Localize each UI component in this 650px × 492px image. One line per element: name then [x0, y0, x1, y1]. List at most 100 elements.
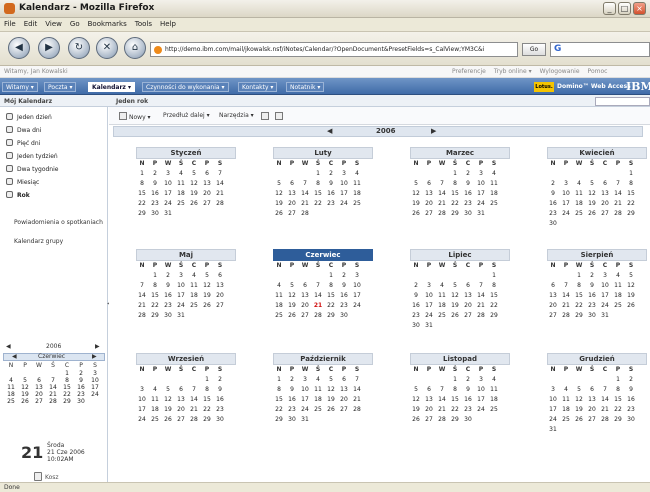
day-cell[interactable]: 2: [162, 272, 174, 279]
day-cell[interactable]: 15: [612, 396, 624, 403]
day-cell[interactable]: 20: [286, 200, 298, 207]
day-cell[interactable]: 21: [436, 406, 448, 413]
day-cell[interactable]: 12: [410, 190, 422, 197]
menu-tools[interactable]: Tools: [131, 18, 156, 30]
preferences-link[interactable]: Preferencje: [452, 68, 486, 75]
mini-day[interactable]: 5: [19, 377, 31, 384]
next-year-arrow-icon[interactable]: ▶: [431, 127, 436, 136]
day-cell[interactable]: 13: [599, 190, 611, 197]
day-cell[interactable]: 1: [625, 170, 637, 177]
mini-day[interactable]: 3: [89, 370, 101, 377]
day-cell[interactable]: 17: [299, 396, 311, 403]
menu-bookmarks[interactable]: Bookmarks: [84, 18, 131, 30]
day-cell[interactable]: 30: [338, 312, 350, 319]
view-one-day[interactable]: Jeden dzień: [6, 112, 104, 123]
day-cell[interactable]: 14: [312, 292, 324, 299]
day-cell[interactable]: 23: [338, 302, 350, 309]
day-cell[interactable]: 29: [149, 312, 161, 319]
day-cell[interactable]: 24: [162, 200, 174, 207]
day-cell[interactable]: 4: [560, 386, 572, 393]
day-cell[interactable]: 12: [162, 396, 174, 403]
day-cell[interactable]: 2: [462, 376, 474, 383]
day-cell[interactable]: 21: [560, 302, 572, 309]
next-month-icon[interactable]: ▶: [92, 354, 97, 360]
day-cell[interactable]: 6: [462, 282, 474, 289]
day-cell[interactable]: 23: [286, 406, 298, 413]
day-cell[interactable]: 30: [162, 312, 174, 319]
day-cell[interactable]: 9: [462, 386, 474, 393]
day-cell[interactable]: 25: [488, 406, 500, 413]
day-cell[interactable]: 4: [188, 272, 200, 279]
day-cell[interactable]: 14: [436, 190, 448, 197]
month-name[interactable]: Lipiec: [410, 249, 510, 261]
day-cell[interactable]: 26: [273, 210, 285, 217]
day-cell[interactable]: 4: [488, 170, 500, 177]
day-cell[interactable]: 20: [586, 406, 598, 413]
day-cell[interactable]: 30: [214, 416, 226, 423]
day-cell[interactable]: 28: [599, 416, 611, 423]
day-cell[interactable]: 21: [351, 396, 363, 403]
day-cell[interactable]: 31: [423, 322, 435, 329]
day-cell[interactable]: 16: [149, 190, 161, 197]
day-cell[interactable]: 14: [299, 190, 311, 197]
day-cell[interactable]: 1: [136, 170, 148, 177]
day-cell[interactable]: 18: [188, 292, 200, 299]
day-cell[interactable]: 27: [423, 416, 435, 423]
day-cell[interactable]: 3: [475, 170, 487, 177]
day-cell[interactable]: 6: [175, 386, 187, 393]
month-name[interactable]: Styczeń: [136, 147, 236, 159]
day-cell[interactable]: 14: [599, 396, 611, 403]
day-cell[interactable]: 23: [325, 200, 337, 207]
day-cell[interactable]: 1: [488, 272, 500, 279]
day-cell[interactable]: 13: [423, 190, 435, 197]
day-cell[interactable]: 14: [436, 396, 448, 403]
day-cell[interactable]: 13: [201, 180, 213, 187]
mini-day[interactable]: 26: [19, 398, 31, 405]
day-cell[interactable]: 7: [475, 282, 487, 289]
day-cell[interactable]: 21: [214, 190, 226, 197]
day-cell[interactable]: 1: [312, 170, 324, 177]
trash-link[interactable]: Kosz: [34, 472, 59, 481]
day-cell[interactable]: 10: [475, 386, 487, 393]
day-cell[interactable]: 25: [175, 200, 187, 207]
day-cell[interactable]: 19: [625, 292, 637, 299]
day-cell[interactable]: 12: [188, 180, 200, 187]
day-cell[interactable]: 8: [449, 180, 461, 187]
day-cell[interactable]: 12: [586, 190, 598, 197]
day-cell[interactable]: 8: [149, 282, 161, 289]
day-cell[interactable]: 18: [312, 396, 324, 403]
search-input[interactable]: G: [550, 42, 650, 57]
view-month[interactable]: Miesiąc: [6, 177, 104, 188]
view-two-days[interactable]: Dwa dni: [6, 125, 104, 136]
month-name[interactable]: Październik: [273, 353, 373, 365]
day-cell[interactable]: 3: [136, 386, 148, 393]
day-cell[interactable]: 6: [547, 282, 559, 289]
close-button[interactable]: ×: [633, 2, 646, 15]
day-cell[interactable]: 7: [136, 282, 148, 289]
day-cell[interactable]: 30: [547, 220, 559, 227]
mini-day[interactable]: 16: [75, 384, 87, 391]
day-cell[interactable]: 1: [325, 272, 337, 279]
day-cell[interactable]: 28: [351, 406, 363, 413]
tab-welcome[interactable]: Witamy ▾: [2, 82, 38, 92]
day-cell[interactable]: 16: [586, 292, 598, 299]
day-cell[interactable]: 20: [423, 406, 435, 413]
day-cell[interactable]: 15: [325, 292, 337, 299]
day-cell[interactable]: 21: [612, 200, 624, 207]
day-cell[interactable]: 26: [410, 416, 422, 423]
day-cell[interactable]: 16: [410, 302, 422, 309]
day-cell[interactable]: 31: [175, 312, 187, 319]
day-cell[interactable]: 2: [462, 170, 474, 177]
day-cell[interactable]: 19: [410, 406, 422, 413]
day-cell[interactable]: 4: [149, 386, 161, 393]
day-cell[interactable]: 13: [423, 396, 435, 403]
day-cell[interactable]: 6: [586, 386, 598, 393]
day-cell[interactable]: 27: [547, 312, 559, 319]
mini-day[interactable]: 21: [47, 391, 59, 398]
day-cell[interactable]: 4: [612, 272, 624, 279]
day-cell[interactable]: 22: [449, 200, 461, 207]
day-cell[interactable]: 22: [625, 200, 637, 207]
day-cell[interactable]: 15: [488, 292, 500, 299]
mini-day[interactable]: 10: [89, 377, 101, 384]
day-cell[interactable]: 29: [201, 416, 213, 423]
